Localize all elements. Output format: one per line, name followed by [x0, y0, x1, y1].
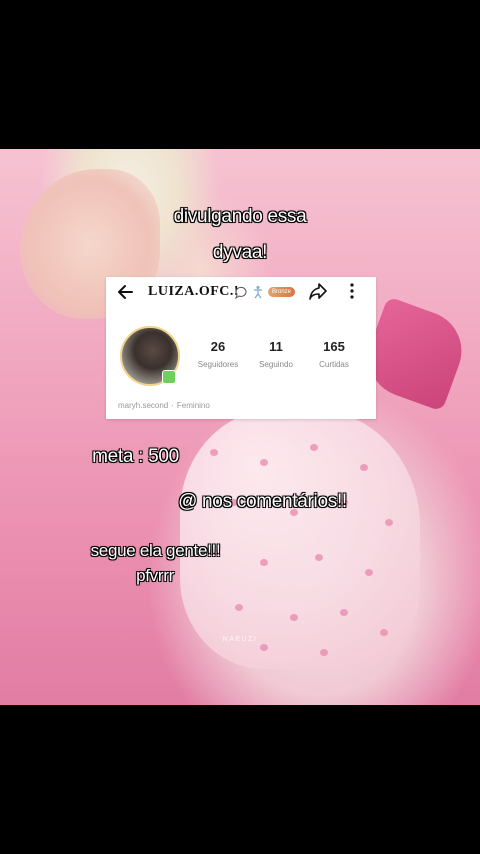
stat-likes[interactable]: 165 Curtidas [304, 339, 364, 369]
caption-line1: divulgando essa [173, 206, 307, 227]
profile-card: LUIZA.OFC.! Bronze 26 Seguidores 11 Segu… [106, 277, 376, 419]
profile-meta: maryh.second · Feminino [118, 401, 210, 410]
caption-line2: dyvaa! [212, 242, 268, 263]
stat-following[interactable]: 11 Seguindo [246, 339, 306, 369]
comment-icon [235, 286, 247, 299]
following-count: 11 [269, 339, 283, 354]
more-options-icon[interactable] [344, 281, 360, 301]
profile-gender: Feminino [176, 401, 210, 410]
profile-header: LUIZA.OFC.! Bronze [106, 277, 376, 307]
likes-count: 165 [323, 339, 345, 354]
watermark: NAEUZI [222, 636, 258, 643]
caption-follow-line1: segue ela gente!!! [90, 541, 221, 560]
background-photo [0, 149, 480, 705]
share-icon[interactable] [308, 281, 328, 301]
back-arrow-icon[interactable] [116, 282, 136, 302]
caption-follow-line2: pfvrrr [136, 566, 174, 585]
profile-username: LUIZA.OFC.! [148, 284, 240, 299]
rank-badge: Bronze [268, 287, 296, 297]
followers-count: 26 [210, 339, 226, 354]
stat-followers[interactable]: 26 Seguidores [188, 339, 248, 369]
accessibility-icon [254, 286, 262, 299]
likes-label: Curtidas [319, 360, 349, 369]
online-badge-icon [162, 370, 176, 384]
following-label: Seguindo [259, 360, 293, 369]
caption-meta: meta : 500 [92, 446, 179, 467]
followers-label: Seguidores [197, 360, 239, 369]
profile-handle: maryh.second [118, 401, 169, 410]
caption-mentions: @ nos comentários!! [178, 491, 347, 512]
